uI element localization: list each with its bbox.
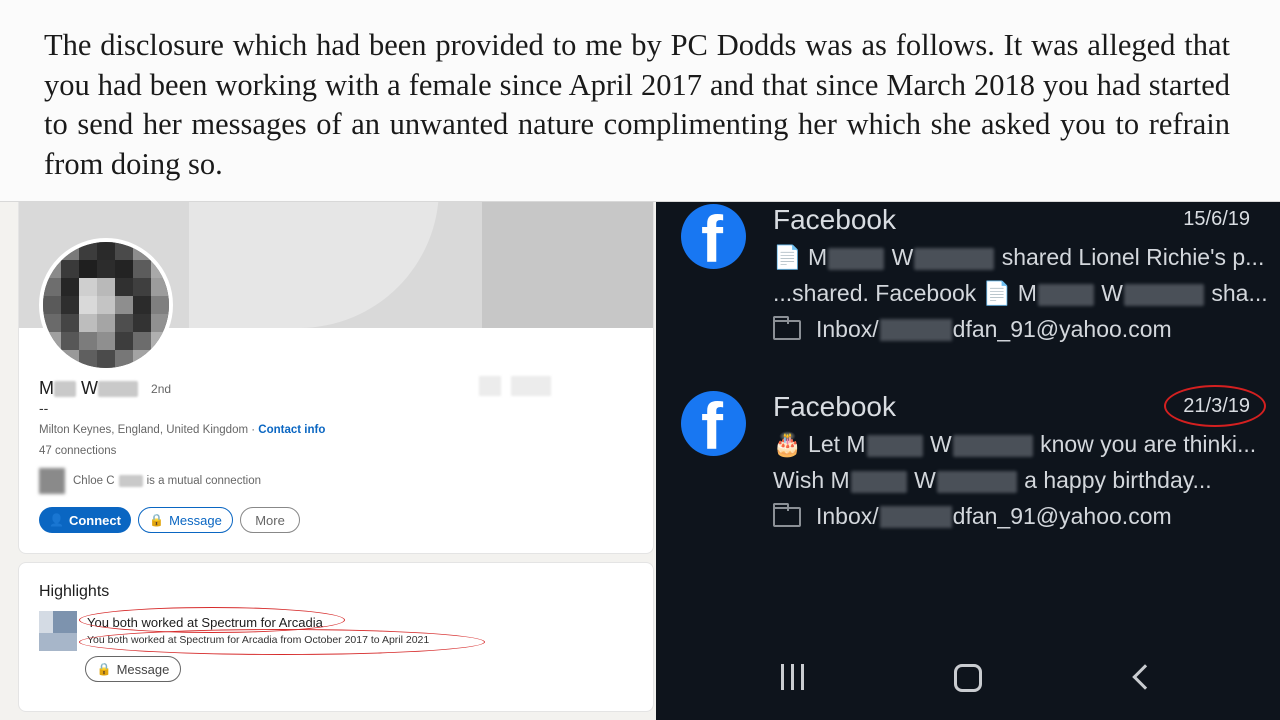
facebook-logo-icon: f: [681, 391, 746, 456]
lock-icon: 🔒: [96, 662, 112, 676]
document-excerpt: The disclosure which had been provided t…: [0, 0, 1280, 202]
avatar-pixel: [97, 278, 115, 296]
home-icon[interactable]: [954, 664, 982, 692]
avatar[interactable]: [39, 238, 173, 372]
profile-headline: --: [39, 400, 49, 416]
profile-location: Milton Keynes, England, United Kingdom ·…: [39, 424, 326, 436]
avatar-pixel: [133, 278, 151, 296]
avatar-pixel: [115, 332, 133, 350]
avatar-pixel: [79, 260, 97, 278]
avatar-pixel: [61, 314, 79, 332]
contact-info-link[interactable]: Contact info: [258, 424, 325, 436]
avatar-pixel: [133, 260, 151, 278]
avatar-pixel: [151, 296, 169, 314]
avatar-pixel: [97, 314, 115, 332]
redacted-block: [118, 475, 143, 487]
facebook-logo-icon: f: [681, 204, 746, 269]
linkedin-profile-panel: M W 2nd -- Milton Keynes, England, Unite…: [0, 202, 656, 720]
folder-icon: [773, 502, 801, 527]
redacted-block: [511, 376, 551, 396]
avatar-pixel: [61, 350, 79, 368]
avatar-pixel: [97, 332, 115, 350]
highlight-message-button[interactable]: 🔒 Message: [85, 656, 181, 682]
redacted-block: [479, 376, 501, 396]
avatar-pixel: [151, 332, 169, 350]
email-sender: Facebook: [773, 204, 896, 235]
email-folder: Inbox/dfan_91@yahoo.com: [773, 315, 1172, 343]
avatar-pixel: [133, 332, 151, 350]
message-button[interactable]: 🔒 Message: [138, 507, 233, 533]
avatar-pixel: [61, 332, 79, 350]
avatar-pixel: [115, 350, 133, 368]
avatar-pixel: [133, 296, 151, 314]
avatar-pixel: [61, 260, 79, 278]
avatar-pixel: [115, 296, 133, 314]
connections-count[interactable]: 47 connections: [39, 445, 116, 457]
folder-icon: [773, 315, 801, 340]
avatar-pixel: [115, 242, 133, 260]
email-preview: ...shared. Facebook 📄 M W sha...: [773, 280, 1268, 306]
avatar-pixel: [79, 242, 97, 260]
highlights-card: Highlights You both worked at Spectrum f…: [18, 562, 654, 712]
avatar-pixel: [79, 278, 97, 296]
android-nav-bar: [656, 642, 1280, 720]
annotation-circle: [79, 629, 485, 655]
avatar-pixel: [43, 296, 61, 314]
avatar-pixel: [151, 314, 169, 332]
avatar-pixel: [133, 314, 151, 332]
connect-button[interactable]: 👤 Connect: [39, 507, 131, 533]
avatar-pixel: [115, 260, 133, 278]
email-folder: Inbox/dfan_91@yahoo.com: [773, 502, 1172, 530]
redacted-block: [98, 381, 139, 398]
email-subject: 📄 M W shared Lionel Richie's p...: [773, 244, 1265, 270]
avatar-pixel: [97, 350, 115, 368]
email-inbox-panel: f Facebook 15/6/19 📄 M W shared Lionel R…: [656, 202, 1280, 720]
recent-apps-icon[interactable]: [779, 664, 807, 690]
avatar-pixel: [43, 350, 61, 368]
highlights-title: Highlights: [39, 583, 110, 600]
degree-badge: 2nd: [151, 382, 172, 397]
email-preview: Wish M W a happy birthday...: [773, 467, 1212, 493]
avatar-pixel: [79, 350, 97, 368]
avatar-pixel: [43, 278, 61, 296]
avatar-pixel: [79, 314, 97, 332]
email-sender: Facebook: [773, 391, 896, 422]
avatar-pixel: [97, 242, 115, 260]
redacted-block: [54, 381, 76, 398]
disclosure-text: The disclosure which had been provided t…: [44, 28, 1230, 181]
avatar-pixel: [97, 260, 115, 278]
company-logo: [39, 611, 77, 651]
back-icon[interactable]: [1132, 664, 1158, 690]
avatar-pixel: [151, 350, 169, 368]
lock-icon: 🔒: [149, 513, 165, 527]
more-button[interactable]: More: [240, 507, 300, 533]
avatar-pixel: [43, 332, 61, 350]
avatar-pixel: [151, 278, 169, 296]
avatar-pixel: [115, 314, 133, 332]
email-subject: 🎂 Let M W know you are thinki...: [773, 431, 1257, 457]
avatar-pixel: [79, 296, 97, 314]
email-date: 15/6/19: [1183, 208, 1250, 230]
avatar-pixel: [61, 278, 79, 296]
profile-card: M W 2nd -- Milton Keynes, England, Unite…: [18, 202, 654, 554]
mutual-connection[interactable]: Chloe C is a mutual connection: [39, 468, 261, 494]
avatar-pixel: [79, 332, 97, 350]
person-add-icon: 👤: [49, 513, 64, 527]
profile-name: M W 2nd: [39, 378, 172, 398]
avatar-pixel: [97, 296, 115, 314]
avatar-pixel: [43, 314, 61, 332]
avatar-pixel: [133, 350, 151, 368]
annotation-circle: [1164, 385, 1266, 427]
avatar-pixel: [61, 296, 79, 314]
mutual-avatar: [39, 468, 65, 494]
avatar-pixel: [115, 278, 133, 296]
